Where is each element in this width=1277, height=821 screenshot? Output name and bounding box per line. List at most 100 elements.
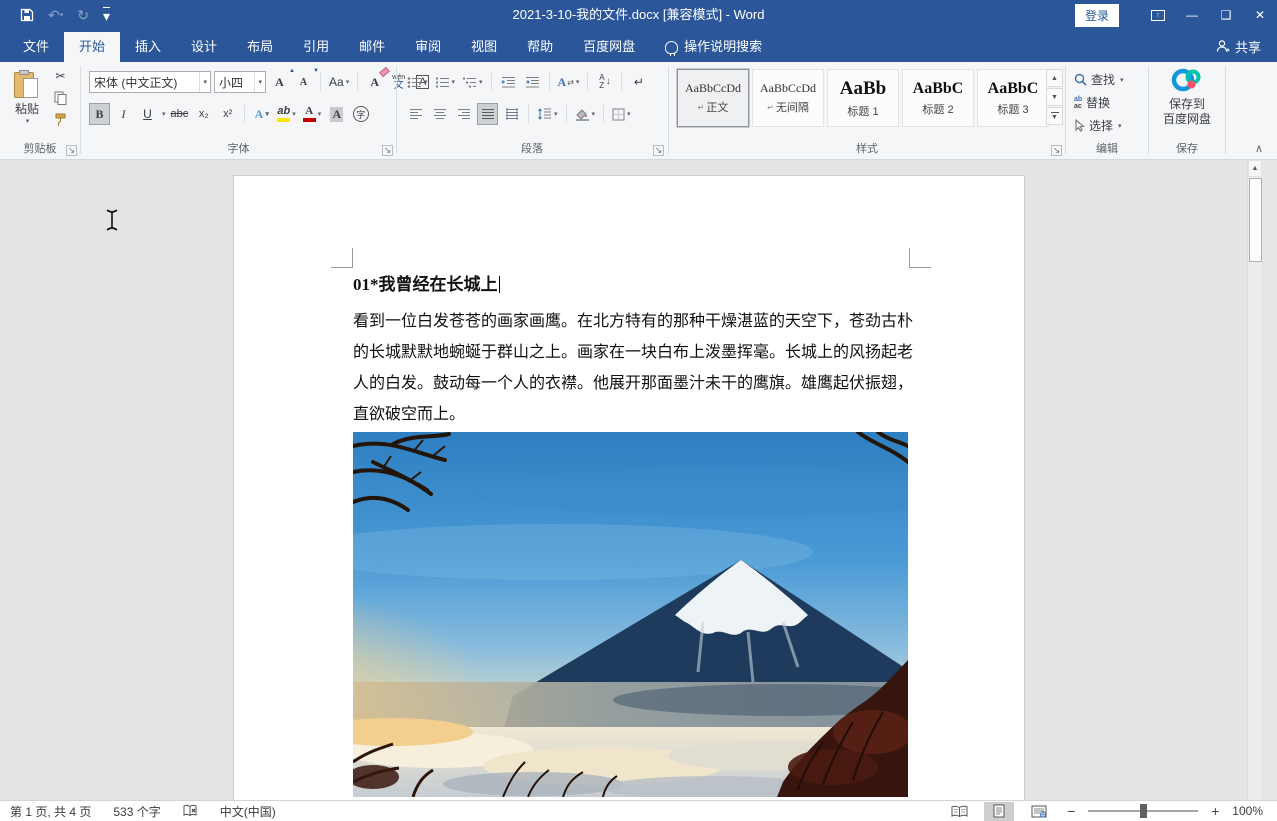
body-line[interactable]: 看到一位白发苍苍的画家画鹰。在北方特有的那种干燥湛蓝的天空下，苍劲古朴 xyxy=(353,306,910,337)
styles-scroll-up-icon[interactable]: ▲ xyxy=(1046,69,1063,87)
undo-icon[interactable]: ↶▾ xyxy=(48,7,63,24)
style-card-heading3[interactable]: AaBbC 标题 3 xyxy=(977,69,1049,127)
tab-review[interactable]: 审阅 xyxy=(400,32,456,62)
line-spacing-button[interactable]: ▾ xyxy=(535,103,560,125)
bold-button[interactable]: B xyxy=(89,103,110,125)
numbering-button[interactable]: ▾ xyxy=(433,71,458,93)
align-center-button[interactable] xyxy=(429,103,450,125)
page-indicator[interactable]: 第 1 页, 共 4 页 xyxy=(10,803,91,820)
scrollbar-thumb[interactable] xyxy=(1249,178,1262,262)
sign-in-button[interactable]: 登录 xyxy=(1075,4,1119,27)
customize-qat-icon[interactable]: ▾ xyxy=(103,7,110,23)
justify-button[interactable] xyxy=(477,103,498,125)
tab-help[interactable]: 帮助 xyxy=(512,32,568,62)
underline-button[interactable]: U xyxy=(137,103,158,125)
enclose-characters-button[interactable]: 字 xyxy=(350,103,371,125)
style-card-no-spacing[interactable]: AaBbCcDd ↵无间隔 xyxy=(752,69,824,127)
tab-view[interactable]: 视图 xyxy=(456,32,512,62)
collapse-ribbon-icon[interactable]: ∧ xyxy=(1255,142,1263,155)
clear-formatting-button[interactable]: A xyxy=(364,71,385,93)
body-line[interactable]: 的长城默默地蜿蜒于群山之上。画家在一块白布上泼墨挥毫。长城上的风扬起老 xyxy=(353,337,910,368)
styles-scroll-down-icon[interactable]: ▼ xyxy=(1046,88,1063,106)
decrease-indent-button[interactable] xyxy=(498,71,519,93)
proofing-status-icon[interactable] xyxy=(183,804,198,818)
zoom-level[interactable]: 100% xyxy=(1232,804,1263,818)
zoom-slider[interactable] xyxy=(1088,810,1198,812)
tab-baidu-netdisk[interactable]: 百度网盘 xyxy=(568,32,650,62)
document-heading[interactable]: 01*我曾经在长城上 xyxy=(353,272,910,298)
select-button[interactable]: 选择▾ xyxy=(1074,115,1122,136)
tab-home[interactable]: 开始 xyxy=(64,32,120,62)
character-shading-button[interactable]: A xyxy=(326,103,347,125)
font-dialog-launcher[interactable]: ↘ xyxy=(382,145,393,156)
language-indicator[interactable]: 中文(中国) xyxy=(220,803,276,820)
maximize-button[interactable]: ❑ xyxy=(1209,0,1243,30)
tab-mailings[interactable]: 邮件 xyxy=(344,32,400,62)
body-line[interactable]: 直欲破空而上。 xyxy=(353,399,910,430)
document-page[interactable]: 01*我曾经在长城上 看到一位白发苍苍的画家画鹰。在北方特有的那种干燥湛蓝的天空… xyxy=(233,175,1025,800)
font-color-button[interactable]: A▾ xyxy=(301,103,324,125)
shrink-font-button[interactable]: A▼ xyxy=(293,71,314,93)
shading-button[interactable]: ▾ xyxy=(573,103,598,125)
font-size-combobox[interactable]: 小四 ▾ xyxy=(214,71,266,93)
align-right-button[interactable] xyxy=(453,103,474,125)
save-icon[interactable] xyxy=(20,8,34,22)
superscript-button[interactable]: x² xyxy=(217,103,238,125)
word-count[interactable]: 533 个字 xyxy=(113,803,160,820)
borders-button[interactable]: ▾ xyxy=(610,103,633,125)
replace-button[interactable]: abac 替换 xyxy=(1074,92,1110,113)
distribute-button[interactable] xyxy=(501,103,522,125)
web-layout-view-icon[interactable] xyxy=(1024,802,1054,821)
style-card-heading1[interactable]: AaBb 标题 1 xyxy=(827,69,899,127)
zoom-in-button[interactable]: + xyxy=(1208,803,1222,819)
clipboard-dialog-launcher[interactable]: ↘ xyxy=(66,145,77,156)
grow-font-button[interactable]: A▲ xyxy=(269,71,290,93)
bullets-button[interactable]: ▾ xyxy=(405,71,430,93)
vertical-scrollbar[interactable]: ▲ xyxy=(1247,160,1262,800)
text-highlight-button[interactable]: ab▾ xyxy=(275,103,298,125)
tab-layout[interactable]: 布局 xyxy=(232,32,288,62)
tab-file[interactable]: 文件 xyxy=(8,32,64,62)
close-button[interactable]: ✕ xyxy=(1243,0,1277,30)
asian-layout-button[interactable]: A⇄▾ xyxy=(556,71,582,93)
align-left-button[interactable] xyxy=(405,103,426,125)
increase-indent-button[interactable] xyxy=(522,71,543,93)
style-card-heading2[interactable]: AaBbC 标题 2 xyxy=(902,69,974,127)
zoom-slider-thumb[interactable] xyxy=(1140,804,1147,818)
paragraph-dialog-launcher[interactable]: ↘ xyxy=(653,145,664,156)
tab-references[interactable]: 引用 xyxy=(288,32,344,62)
share-button[interactable]: 共享 xyxy=(1216,30,1277,62)
print-layout-view-icon[interactable] xyxy=(984,802,1014,821)
sort-button[interactable]: AZ↓ xyxy=(594,71,615,93)
italic-button[interactable]: I xyxy=(113,103,134,125)
tell-me-search[interactable]: 操作说明搜索 xyxy=(650,32,777,62)
change-case-button[interactable]: Aa▾ xyxy=(327,71,351,93)
redo-icon[interactable]: ↻ xyxy=(77,7,89,24)
ribbon-display-options-icon[interactable]: ↑ xyxy=(1141,0,1175,30)
styles-gallery-more-icon[interactable]: ▼ xyxy=(1046,107,1063,125)
subscript-button[interactable]: x₂ xyxy=(193,103,214,125)
mount-fuji-image[interactable] xyxy=(353,432,908,797)
format-painter-icon[interactable] xyxy=(50,112,71,128)
tab-insert[interactable]: 插入 xyxy=(120,32,176,62)
styles-dialog-launcher[interactable]: ↘ xyxy=(1051,145,1062,156)
find-button[interactable]: 查找▾ xyxy=(1074,69,1124,90)
document-canvas[interactable]: 01*我曾经在长城上 看到一位白发苍苍的画家画鹰。在北方特有的那种干燥湛蓝的天空… xyxy=(0,160,1262,800)
read-mode-view-icon[interactable] xyxy=(944,802,974,821)
status-bar: 第 1 页, 共 4 页 533 个字 中文(中国) − + 100% xyxy=(0,800,1277,821)
multilevel-list-button[interactable]: ▾ xyxy=(460,71,485,93)
zoom-out-button[interactable]: − xyxy=(1064,803,1078,819)
strikethrough-button[interactable]: abc xyxy=(169,103,191,125)
tab-design[interactable]: 设计 xyxy=(176,32,232,62)
text-effects-button[interactable]: A▾ xyxy=(251,103,272,125)
font-family-combobox[interactable]: 宋体 (中文正文) ▾ xyxy=(89,71,211,93)
show-hide-marks-button[interactable]: ↵ xyxy=(628,71,649,93)
copy-icon[interactable] xyxy=(50,90,71,106)
cut-icon[interactable]: ✂ xyxy=(50,68,71,84)
save-to-baidu-netdisk-button[interactable]: 保存到 百度网盘 xyxy=(1155,67,1219,127)
scrollbar-up-icon[interactable]: ▲ xyxy=(1248,160,1262,177)
minimize-button[interactable]: — xyxy=(1175,0,1209,30)
document-text[interactable]: 01*我曾经在长城上 看到一位白发苍苍的画家画鹰。在北方特有的那种干燥湛蓝的天空… xyxy=(353,272,910,430)
style-card-normal[interactable]: AaBbCcDd ↵正文 xyxy=(677,69,749,127)
body-line[interactable]: 人的白发。鼓动每一个人的衣襟。他展开那面墨汁未干的鹰旗。雄鹰起伏振翅， xyxy=(353,368,910,399)
